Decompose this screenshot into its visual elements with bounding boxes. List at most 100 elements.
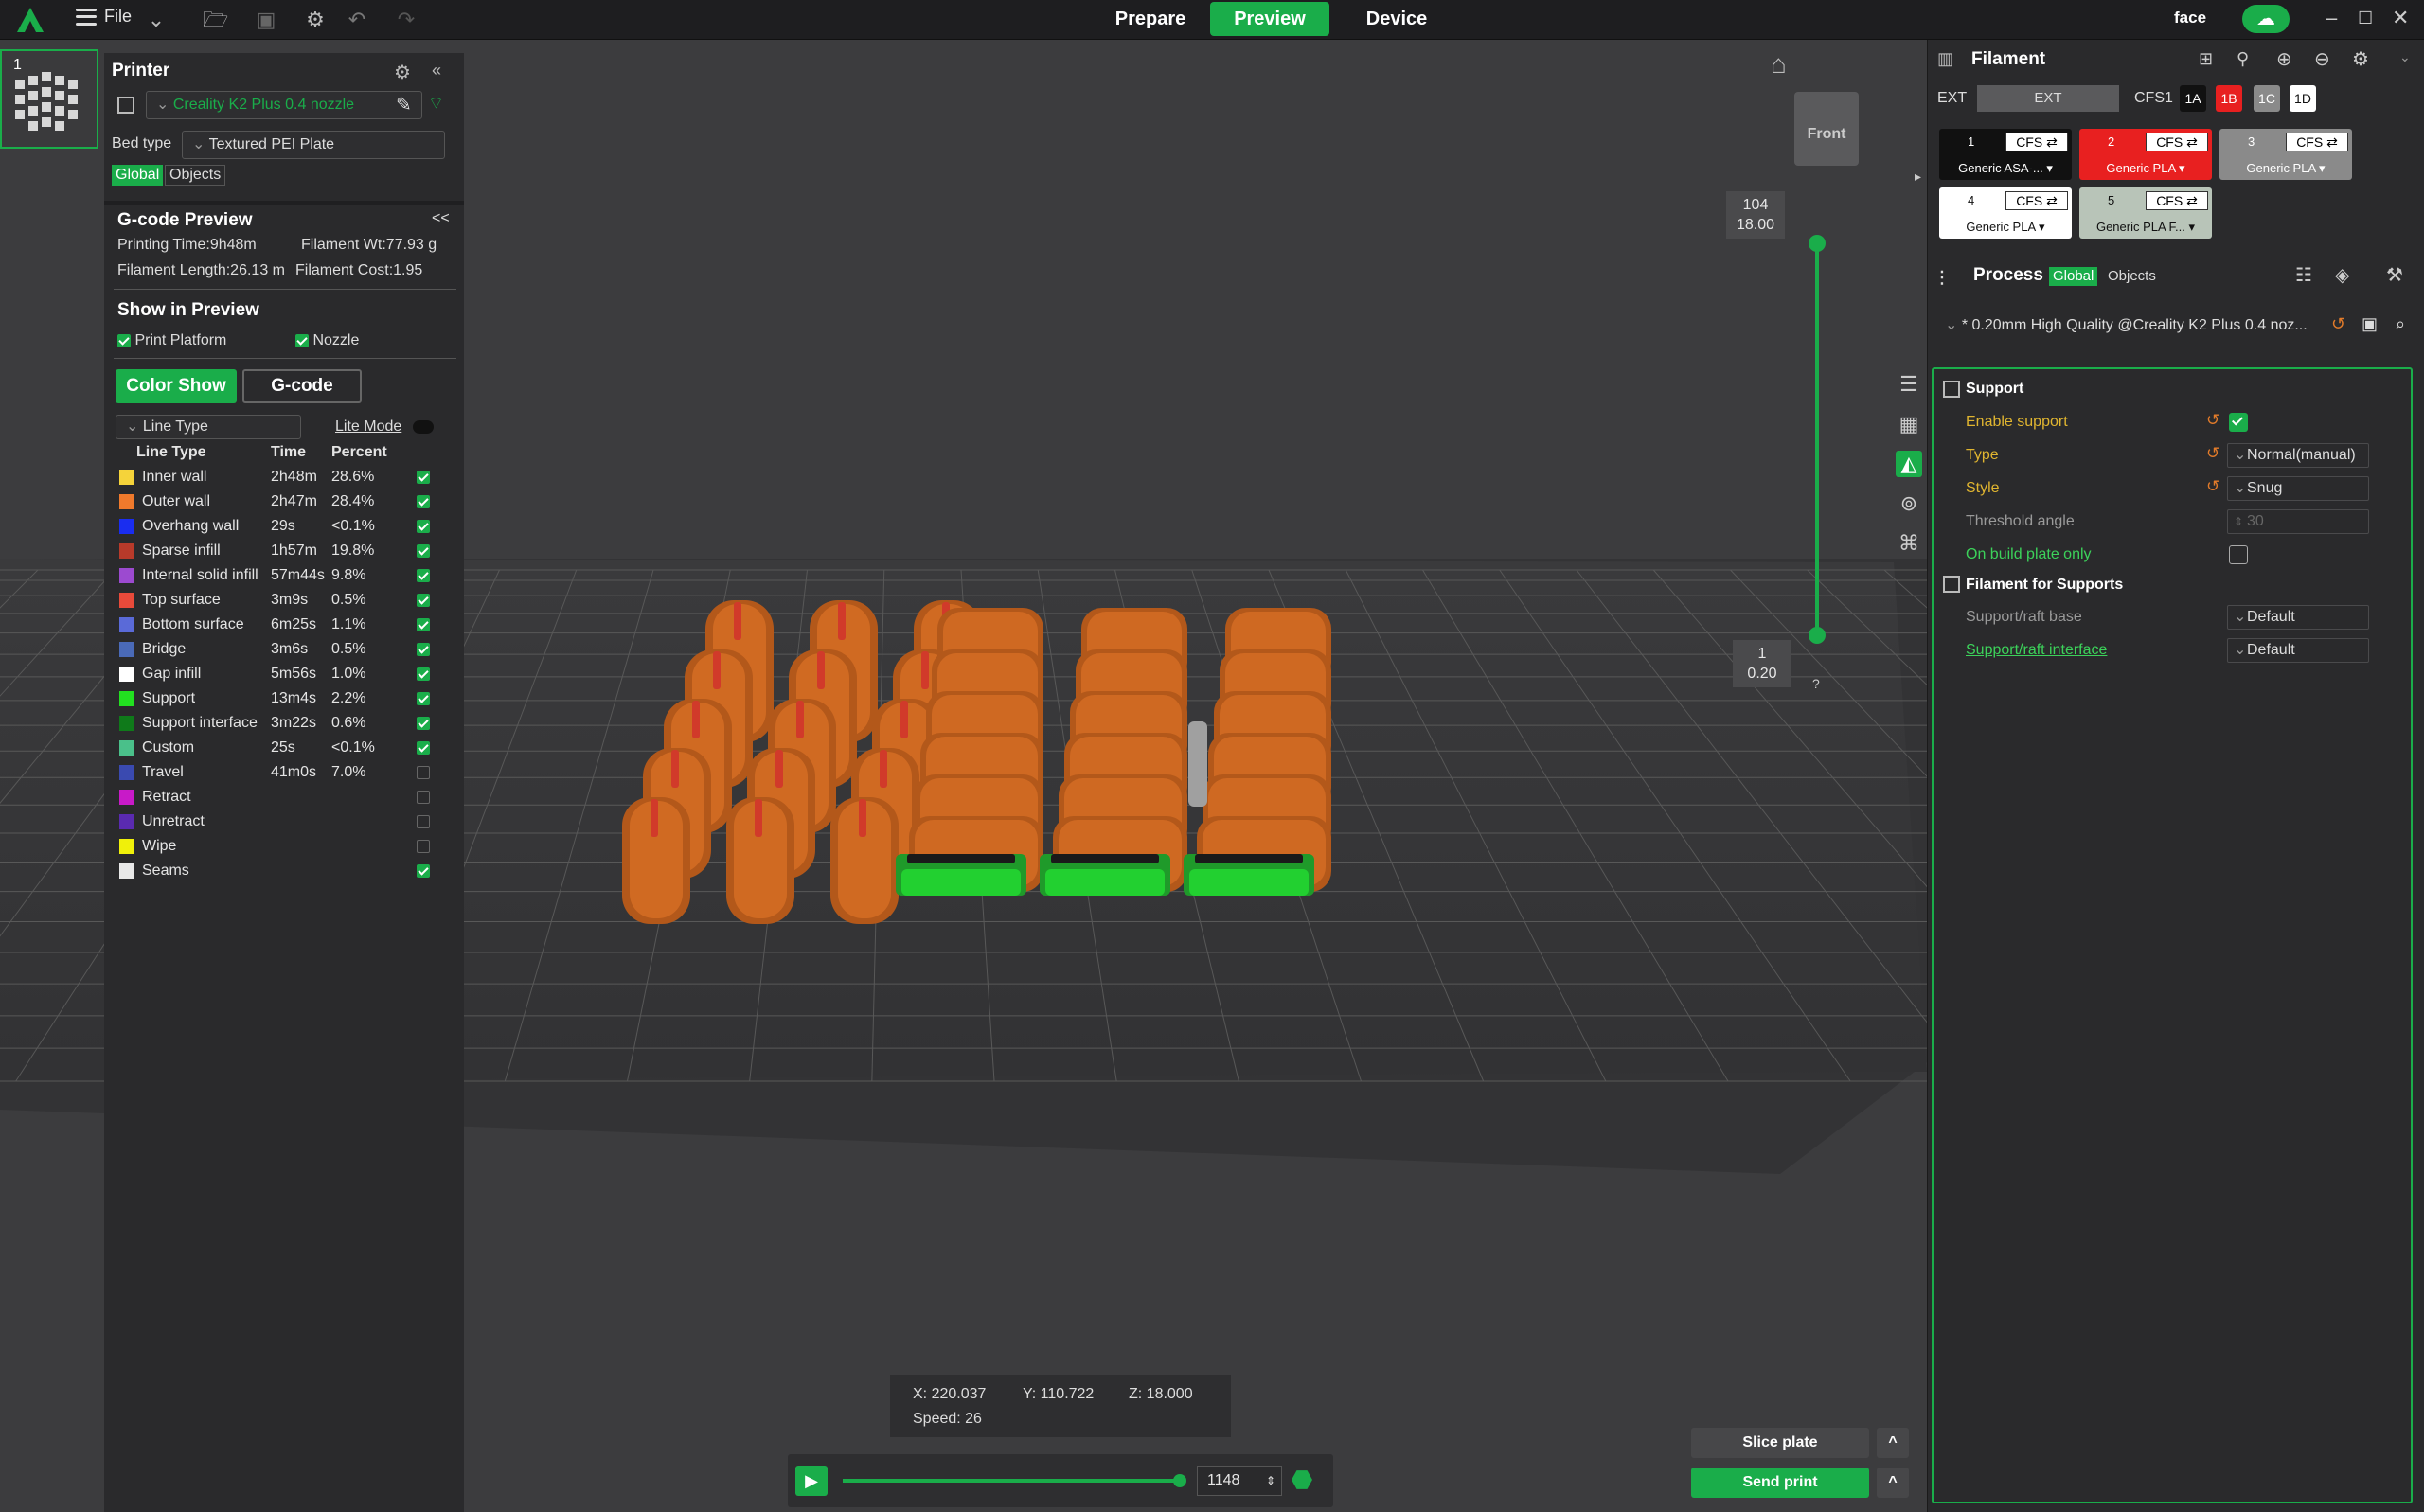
gear-icon[interactable]: ⚙: [303, 8, 328, 32]
collapse-gcode-icon[interactable]: <<: [432, 210, 450, 227]
slot-filament-name[interactable]: Generic ASA-... ▾: [1939, 161, 2072, 176]
cfs-tab-1b[interactable]: 1B: [2216, 85, 2242, 112]
cfs-tab-1d[interactable]: 1D: [2290, 85, 2316, 112]
minimize-icon[interactable]: –: [2326, 6, 2337, 30]
settings-target-icon[interactable]: ⊚: [1896, 490, 1922, 517]
support-style-select[interactable]: ⌄ Snug: [2227, 476, 2369, 501]
raft-interface-select[interactable]: ⌄ Default: [2227, 638, 2369, 663]
line-type-visibility-checkbox[interactable]: [417, 563, 439, 588]
threshold-angle-input[interactable]: ⇕ 30: [2227, 509, 2369, 534]
gcode-view-button[interactable]: G-code: [242, 369, 362, 403]
line-type-visibility-checkbox[interactable]: [417, 736, 439, 760]
chevron-down-icon[interactable]: ⌄: [144, 8, 169, 32]
expand-right-panel-icon[interactable]: ▸: [1915, 169, 1921, 185]
line-type-visibility-checkbox[interactable]: [417, 785, 439, 809]
slot-filament-name[interactable]: Generic PLA ▾: [2079, 161, 2212, 176]
search-icon[interactable]: ⌕: [2396, 314, 2405, 334]
tab-printer-objects[interactable]: Objects: [165, 165, 226, 186]
preview-mode-icon[interactable]: ◭: [1896, 451, 1922, 477]
close-icon[interactable]: ✕: [2392, 6, 2409, 30]
line-type-visibility-checkbox[interactable]: [417, 539, 439, 563]
nozzle-icon[interactable]: ⚲: [2237, 49, 2249, 69]
lite-mode-toggle[interactable]: [413, 420, 434, 434]
send-print-button[interactable]: Send print: [1691, 1468, 1869, 1498]
line-type-visibility-checkbox[interactable]: [417, 859, 439, 883]
tab-prepare[interactable]: Prepare: [1098, 2, 1203, 36]
printer-select[interactable]: ⌄ Creality K2 Plus 0.4 nozzle: [146, 91, 422, 119]
reset-support-style-icon[interactable]: ↺: [2206, 477, 2219, 496]
layer-slider-top-handle[interactable]: [1809, 235, 1826, 252]
cfs-tab-1a[interactable]: 1A: [2180, 85, 2206, 112]
line-type-select[interactable]: ⌄ Line Type: [116, 415, 301, 439]
nozzle-toggle[interactable]: Nozzle: [295, 332, 359, 349]
layer-color-icon[interactable]: [1292, 1470, 1312, 1489]
process-compare-icon[interactable]: ◈: [2335, 263, 2349, 287]
plate-layout-icon[interactable]: ▦: [1896, 411, 1922, 437]
slice-options-caret-icon[interactable]: ^: [1877, 1428, 1909, 1458]
cfs-swap-button[interactable]: CFS ⇄: [2146, 191, 2208, 210]
cfs-swap-button[interactable]: CFS ⇄: [2005, 191, 2068, 210]
reset-enable-support-icon[interactable]: ↺: [2206, 411, 2219, 430]
move-slider-track[interactable]: [843, 1479, 1184, 1483]
raft-base-select[interactable]: ⌄ Default: [2227, 605, 2369, 630]
filament-settings-gear-icon[interactable]: ⚙: [2352, 47, 2369, 71]
line-type-visibility-checkbox[interactable]: [417, 760, 439, 785]
slice-plate-button[interactable]: Slice plate: [1691, 1428, 1869, 1458]
color-show-button[interactable]: Color Show: [116, 369, 237, 403]
tab-device[interactable]: Device: [1345, 2, 1449, 36]
move-step-input[interactable]: 1148 ⇕: [1197, 1466, 1282, 1496]
ext-button[interactable]: EXT: [1977, 85, 2119, 112]
build-plate-only-checkbox[interactable]: [2229, 545, 2248, 564]
tab-process-objects[interactable]: Objects: [2108, 268, 2156, 284]
expand-chevron-icon[interactable]: ⌄: [2399, 49, 2411, 65]
lite-mode-link[interactable]: Lite Mode: [335, 418, 401, 436]
reset-preset-icon[interactable]: ↺: [2331, 314, 2345, 334]
line-type-visibility-checkbox[interactable]: [417, 514, 439, 539]
shortcuts-icon[interactable]: ⌘: [1896, 530, 1922, 557]
filament-slot-4[interactable]: 4 CFS ⇄ Generic PLA ▾: [1939, 187, 2072, 239]
process-preset-select[interactable]: ⌄ * 0.20mm High Quality @Creality K2 Plu…: [1937, 311, 2326, 341]
slider-help-icon[interactable]: ?: [1812, 676, 1820, 691]
cfs-tab-1c[interactable]: 1C: [2254, 85, 2280, 112]
process-advanced-icon[interactable]: ⚒: [2386, 263, 2403, 287]
save-icon[interactable]: ▣: [254, 8, 278, 32]
tab-process-global[interactable]: Global: [2049, 267, 2098, 286]
line-type-visibility-checkbox[interactable]: [417, 662, 439, 686]
filament-slot-5[interactable]: 5 CFS ⇄ Generic PLA F... ▾: [2079, 187, 2212, 239]
view-cube[interactable]: Front: [1794, 92, 1859, 166]
bed-type-select[interactable]: ⌄ Textured PEI Plate: [182, 131, 445, 159]
redo-icon[interactable]: ↷: [394, 8, 419, 32]
cfs-swap-button[interactable]: CFS ⇄: [2286, 133, 2348, 151]
print-platform-toggle[interactable]: Print Platform: [117, 332, 226, 349]
remove-filament-icon[interactable]: ⊖: [2314, 47, 2330, 71]
home-view-icon[interactable]: ⌂: [1771, 49, 1787, 80]
tab-printer-global[interactable]: Global: [112, 165, 164, 186]
layer-slider-bottom-handle[interactable]: [1809, 627, 1826, 644]
save-preset-icon[interactable]: ▣: [2362, 314, 2378, 334]
undo-icon[interactable]: ↶: [345, 8, 369, 32]
raft-interface-label[interactable]: Support/raft interface: [1966, 642, 2107, 659]
open-folder-icon[interactable]: 🗁: [203, 8, 228, 32]
plate-thumbnail[interactable]: 1: [0, 49, 98, 149]
line-type-visibility-checkbox[interactable]: [417, 809, 439, 834]
filament-slot-1[interactable]: 1 CFS ⇄ Generic ASA-... ▾: [1939, 129, 2072, 180]
edit-pencil-icon[interactable]: ✎: [396, 93, 412, 116]
line-type-visibility-checkbox[interactable]: [417, 637, 439, 662]
line-type-visibility-checkbox[interactable]: [417, 686, 439, 711]
enable-support-checkbox[interactable]: [2229, 413, 2248, 432]
slot-filament-name[interactable]: Generic PLA ▾: [2219, 161, 2352, 176]
printer-settings-gear-icon[interactable]: ⚙: [394, 61, 411, 84]
filament-slot-2[interactable]: 2 CFS ⇄ Generic PLA ▾: [2079, 129, 2212, 180]
reset-support-type-icon[interactable]: ↺: [2206, 444, 2219, 463]
line-type-visibility-checkbox[interactable]: [417, 465, 439, 489]
slot-filament-name[interactable]: Generic PLA ▾: [1939, 220, 2072, 235]
spinner-icon[interactable]: ⇕: [1266, 1467, 1275, 1495]
add-filament-icon[interactable]: ⊕: [2276, 47, 2292, 71]
line-type-visibility-checkbox[interactable]: [417, 711, 439, 736]
layer-slider-track[interactable]: [1815, 242, 1819, 634]
collapse-panel-icon[interactable]: «: [432, 61, 441, 80]
line-type-visibility-checkbox[interactable]: [417, 588, 439, 613]
cfs-swap-button[interactable]: CFS ⇄: [2146, 133, 2208, 151]
send-options-caret-icon[interactable]: ^: [1877, 1468, 1909, 1498]
line-type-visibility-checkbox[interactable]: [417, 613, 439, 637]
